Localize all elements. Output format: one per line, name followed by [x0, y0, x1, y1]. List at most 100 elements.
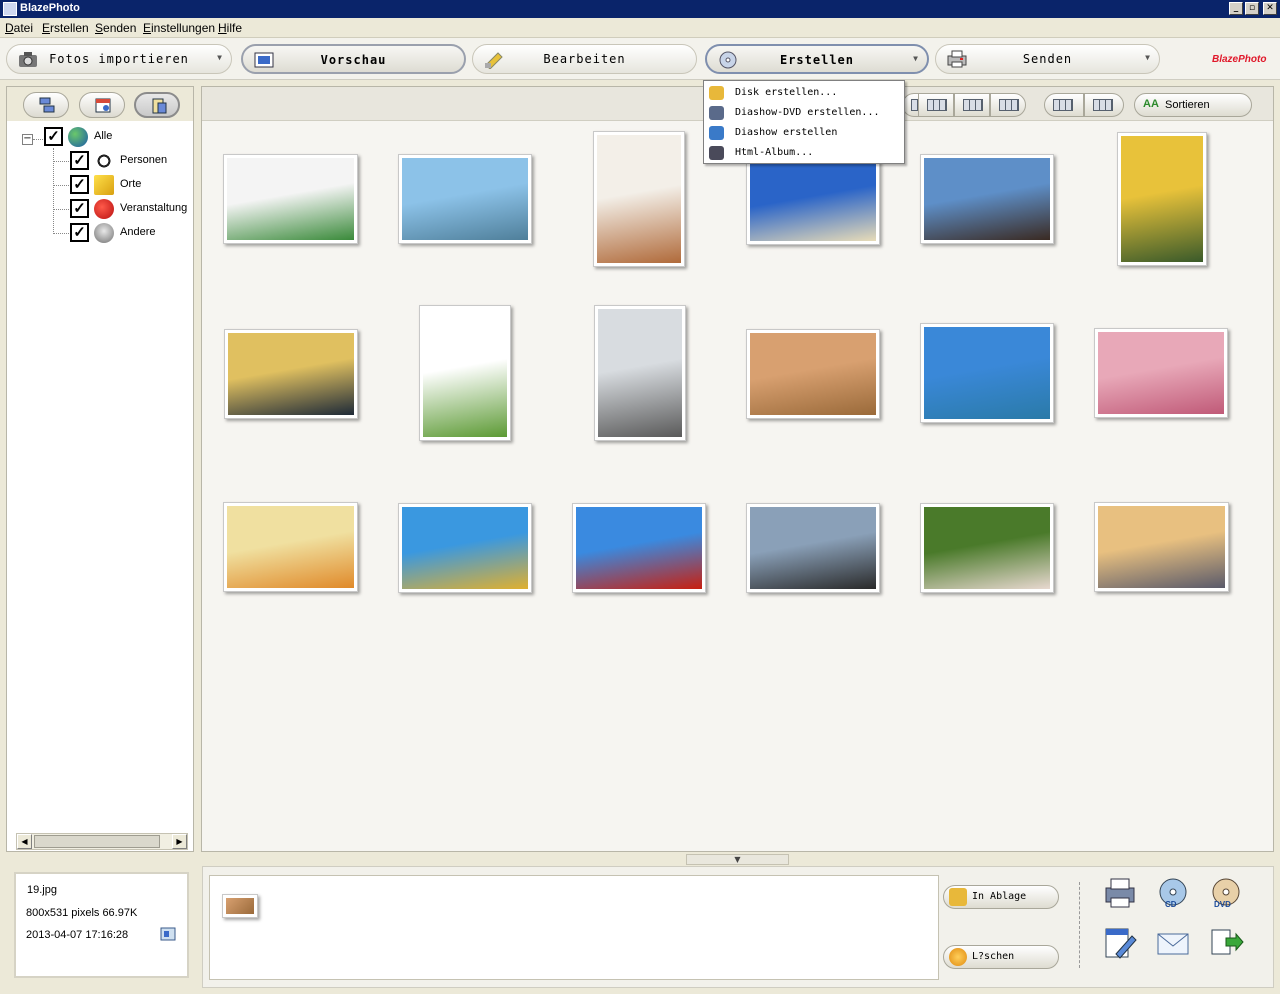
photo-image [227, 506, 354, 588]
photo-thumbnail[interactable] [920, 154, 1054, 244]
tree-item-alle[interactable]: ✓ Alle [44, 126, 194, 148]
edit-label: Bearbeiten [543, 52, 626, 66]
photo-thumbnail[interactable] [419, 305, 511, 441]
app-icon [3, 2, 17, 16]
photo-thumbnail[interactable] [920, 503, 1054, 593]
menu-item-label: Disk erstellen... [735, 87, 838, 98]
photo-thumbnail[interactable] [1094, 502, 1229, 592]
apple-icon [94, 199, 114, 219]
tab-calendar[interactable] [79, 92, 125, 118]
tree-label: Alle [94, 130, 113, 142]
horizontal-scrollbar[interactable]: ◀ ▶ [16, 833, 188, 850]
single-view-button[interactable] [1044, 93, 1084, 117]
menu-einstellungen[interactable]: Einstellungen [143, 21, 215, 35]
photo-image [924, 327, 1050, 419]
delete-icon [949, 948, 967, 966]
sort-button[interactable]: AA Sortieren [1134, 93, 1252, 117]
photo-image [750, 333, 876, 415]
tree-item-andere[interactable]: ✓ Andere [70, 222, 194, 244]
globe-icon [68, 127, 88, 147]
photo-image [924, 507, 1050, 589]
panel-splitter[interactable]: ▼ [686, 854, 789, 865]
create-button[interactable]: Erstellen ▼ [705, 44, 929, 74]
email-icon[interactable] [1155, 926, 1191, 960]
restore-button[interactable]: ▫ [1245, 2, 1259, 15]
checkbox[interactable]: ✓ [44, 127, 63, 146]
close-button[interactable]: ✕ [1263, 2, 1277, 15]
cd-icon[interactable]: CD [1155, 876, 1191, 910]
sort-label: Sortieren [1165, 99, 1210, 111]
tree-item-veranstaltung[interactable]: ✓ Veranstaltung [70, 198, 194, 220]
file-name: 19.jpg [27, 884, 57, 896]
photo-thumbnail[interactable] [594, 305, 686, 441]
tree-item-orte[interactable]: ✓ Orte [70, 174, 194, 196]
tab-categories[interactable] [134, 92, 180, 118]
menu-senden[interactable]: Senden [95, 21, 136, 35]
minimize-button[interactable]: _ [1229, 2, 1243, 15]
view-small-button[interactable] [954, 93, 990, 117]
scroll-thumb[interactable] [34, 835, 160, 848]
slideshow-icon [709, 126, 724, 140]
checkbox[interactable]: ✓ [70, 223, 89, 242]
view-medium-button[interactable] [918, 93, 954, 117]
send-button[interactable]: Senden ▼ [935, 44, 1160, 74]
send-label: Senden [1022, 52, 1073, 66]
print-icon[interactable] [1102, 876, 1138, 910]
tree-expander[interactable]: − [22, 134, 33, 145]
photo-thumbnail[interactable] [224, 329, 358, 419]
delete-button[interactable]: L?schen [943, 945, 1059, 969]
menu-item-html-album[interactable]: Html-Album... [706, 143, 902, 163]
photo-thumbnail[interactable] [746, 503, 880, 593]
slideshow-view-button[interactable] [1084, 93, 1124, 117]
add-to-tray-label: In Ablage [972, 891, 1027, 902]
create-label: Erstellen [779, 53, 855, 67]
menu-item-label: Diashow-DVD erstellen... [735, 107, 880, 118]
add-to-tray-button[interactable]: In Ablage [943, 885, 1059, 909]
alien-icon [94, 223, 114, 243]
photo-thumbnail[interactable] [223, 154, 358, 244]
photo-thumbnail[interactable] [398, 154, 532, 244]
photo-image [598, 309, 682, 437]
photo-image [750, 507, 876, 589]
dvd-icon[interactable]: DVD [1208, 876, 1244, 910]
preview-button[interactable]: Vorschau [241, 44, 466, 74]
delete-label: L?schen [972, 951, 1015, 962]
tree-item-personen[interactable]: ✓ Personen [70, 150, 194, 172]
menu-item-create-slideshow[interactable]: Diashow erstellen [706, 123, 902, 143]
menu-item-create-disk[interactable]: Disk erstellen... [706, 83, 902, 103]
export-icon[interactable] [1208, 926, 1244, 960]
soccer-ball-icon [94, 151, 114, 171]
tray-photo[interactable] [222, 894, 258, 918]
import-photos-button[interactable]: Fotos importieren ▼ [6, 44, 232, 74]
photo-thumbnail[interactable] [223, 502, 358, 592]
view-details-button[interactable] [990, 93, 1026, 117]
tab-folders[interactable] [23, 92, 69, 118]
scroll-left-button[interactable]: ◀ [17, 834, 32, 849]
edit-button[interactable]: Bearbeiten [472, 44, 697, 74]
html-edit-icon[interactable] [1102, 926, 1138, 960]
photo-thumbnail[interactable] [746, 329, 880, 419]
menu-datei[interactable]: Datei [5, 21, 33, 35]
scroll-right-button[interactable]: ▶ [172, 834, 187, 849]
checkbox[interactable]: ✓ [70, 199, 89, 218]
checkbox[interactable]: ✓ [70, 151, 89, 170]
checkbox[interactable]: ✓ [70, 175, 89, 194]
info-icon[interactable] [160, 926, 176, 942]
photo-thumbnail[interactable] [1094, 328, 1228, 418]
photo-thumbnail[interactable] [398, 503, 532, 593]
create-dropdown-menu: Disk erstellen... Diashow-DVD erstellen.… [703, 80, 905, 164]
menu-hilfe[interactable]: Hilfe [218, 21, 242, 35]
photo-thumbnail[interactable] [572, 503, 706, 593]
photo-grid-area: AA Sortieren [201, 86, 1274, 852]
photo-thumbnail[interactable] [1117, 132, 1207, 266]
menu-item-create-dvd-slideshow[interactable]: Diashow-DVD erstellen... [706, 103, 902, 123]
menu-erstellen[interactable]: Erstellen [42, 21, 89, 35]
photo-image [1098, 332, 1224, 414]
lock-icon [949, 888, 967, 906]
html-album-icon [709, 146, 724, 160]
photo-thumbnail[interactable] [920, 323, 1054, 423]
photo-thumbnail[interactable] [746, 157, 880, 245]
photo-tray[interactable] [209, 875, 939, 980]
photo-thumbnail[interactable] [593, 131, 685, 267]
photo-image [750, 161, 876, 241]
